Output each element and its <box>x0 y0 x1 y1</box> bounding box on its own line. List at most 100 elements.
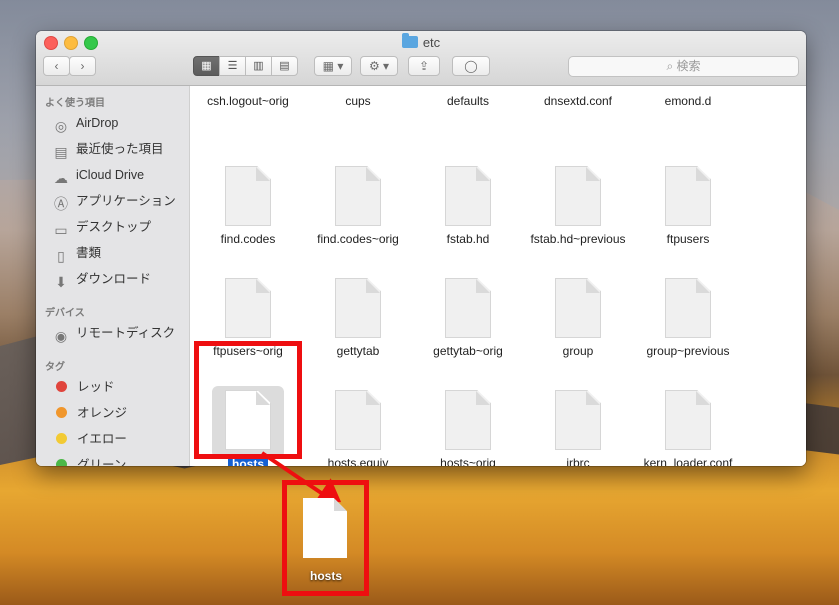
document-icon <box>445 166 491 226</box>
sidebar-item-recents[interactable]: ▤ 最近使った項目 <box>52 139 164 160</box>
document-icon <box>665 166 711 226</box>
document-icon <box>335 278 381 338</box>
titlebar: etc ‹ › ▦ ☰ ▥ ▤ ▦ ▾ ⚙ ▾ ⇪ ◯ ⌕ 検索 <box>36 31 806 86</box>
file-item[interactable]: fstab.hd~previous <box>523 166 633 246</box>
sidebar-item-label: デスクトップ <box>76 220 152 234</box>
file-name: dnsextd.conf <box>543 94 613 108</box>
file-name: defaults <box>446 94 490 108</box>
file-name: find.codes <box>220 232 276 246</box>
desktop-icon: ▭ <box>54 222 68 238</box>
sidebar-item-downloads[interactable]: ⬇ ダウンロード <box>52 269 152 290</box>
file-item[interactable]: find.codes <box>193 166 303 246</box>
finder-window: etc ‹ › ▦ ☰ ▥ ▤ ▦ ▾ ⚙ ▾ ⇪ ◯ ⌕ 検索 よく使う項目 … <box>36 31 806 466</box>
file-name: emond.d <box>664 94 712 108</box>
file-item[interactable]: find.codes~orig <box>303 166 413 246</box>
search-placeholder: 検索 <box>676 59 701 73</box>
document-icon <box>665 390 711 450</box>
column-view-button[interactable]: ▥ <box>245 56 272 76</box>
desktop-document-icon[interactable] <box>303 498 347 558</box>
sidebar-item-tag-orange[interactable]: オレンジ <box>52 403 127 423</box>
folder-icon <box>401 33 418 48</box>
sidebar-item-desktop[interactable]: ▭ デスクトップ <box>52 217 152 238</box>
file-name: fstab.hd <box>446 232 490 246</box>
file-name: cups <box>345 94 371 108</box>
sidebar-item-label: オレンジ <box>77 406 128 420</box>
document-icon <box>225 278 271 338</box>
sidebar-item-remote-disc[interactable]: ◉ リモートディスク <box>52 323 176 344</box>
file-name: hosts.equiv <box>327 456 389 466</box>
file-name: find.codes~orig <box>317 232 399 246</box>
document-icon <box>335 390 381 450</box>
view-mode-segmented: ▦ ☰ ▥ ▤ <box>193 56 298 76</box>
icon-view-button[interactable]: ▦ <box>193 56 220 76</box>
file-item[interactable]: gettytab <box>303 278 413 358</box>
search-input[interactable]: ⌕ 検索 <box>568 56 799 77</box>
file-name: irbrc <box>566 456 590 466</box>
recents-icon: ▤ <box>54 144 68 160</box>
gallery-view-button[interactable]: ▤ <box>271 56 298 76</box>
file-item[interactable]: fstab.hd <box>413 166 523 246</box>
file-name: group <box>562 344 594 358</box>
forward-button[interactable]: › <box>69 56 96 76</box>
sidebar-item-label: レッド <box>77 380 115 394</box>
document-icon <box>555 278 601 338</box>
sidebar-header-devices: デバイス <box>45 308 85 319</box>
window-title-text: etc <box>422 35 441 50</box>
sidebar: よく使う項目 ◎ AirDrop ▤ 最近使った項目 ☁ iCloud Drive Ⓐ… <box>36 86 190 466</box>
document-icon <box>665 278 711 338</box>
sidebar-item-label: リモートディスク <box>76 326 176 340</box>
document-icon <box>555 390 601 450</box>
action-gear-button[interactable]: ⚙ ▾ <box>360 56 398 76</box>
sidebar-item-label: ダウンロード <box>76 272 152 286</box>
sidebar-item-label: iCloud Drive <box>76 168 145 182</box>
downloads-icon: ⬇ <box>55 274 67 290</box>
file-item[interactable]: cups <box>303 94 413 108</box>
share-button[interactable]: ⇪ <box>408 56 440 76</box>
sidebar-header-tags: タグ <box>45 362 65 373</box>
document-icon <box>445 390 491 450</box>
file-item[interactable]: kern_loader.conf <box>633 390 743 466</box>
file-name: gettytab~orig <box>433 344 503 358</box>
tag-dot-icon <box>56 433 67 444</box>
file-item[interactable]: csh.logout~orig <box>193 94 303 108</box>
document-icon <box>555 166 601 226</box>
window-title: etc <box>36 33 806 50</box>
file-item[interactable]: dnsextd.conf <box>523 94 633 108</box>
sidebar-item-label: AirDrop <box>76 116 119 130</box>
sidebar-item-tag-yellow[interactable]: イエロー <box>52 429 127 449</box>
tag-button[interactable]: ◯ <box>452 56 490 76</box>
back-button[interactable]: ‹ <box>43 56 70 76</box>
sidebar-item-label: アプリケーション <box>76 194 176 208</box>
list-view-button[interactable]: ☰ <box>219 56 246 76</box>
file-item[interactable]: group~previous <box>633 278 743 358</box>
arrange-button[interactable]: ▦ ▾ <box>314 56 352 76</box>
file-item[interactable]: irbrc <box>523 390 633 466</box>
file-item[interactable]: hosts~orig <box>413 390 523 466</box>
file-item[interactable]: ftpusers <box>633 166 743 246</box>
file-item[interactable]: group <box>523 278 633 358</box>
file-item[interactable]: defaults <box>413 94 523 108</box>
sidebar-item-airdrop[interactable]: ◎ AirDrop <box>52 113 119 134</box>
sidebar-item-label: グリーン <box>77 458 127 466</box>
documents-icon: ▯ <box>57 248 65 264</box>
sidebar-item-tag-red[interactable]: レッド <box>52 377 115 397</box>
sidebar-item-label: 書類 <box>76 246 102 260</box>
file-name: hosts~orig <box>440 456 496 466</box>
sidebar-header-favorites: よく使う項目 <box>45 98 105 109</box>
sidebar-item-applications[interactable]: Ⓐ アプリケーション <box>52 191 176 212</box>
file-item[interactable]: emond.d <box>633 94 743 108</box>
file-name: fstab.hd~previous <box>530 232 626 246</box>
sidebar-item-tag-green[interactable]: グリーン <box>52 455 126 466</box>
file-item[interactable]: gettytab~orig <box>413 278 523 358</box>
file-item[interactable]: hosts.equiv <box>303 390 413 466</box>
file-name: ftpusers <box>666 232 710 246</box>
document-icon <box>225 166 271 226</box>
sidebar-item-documents[interactable]: ▯ 書類 <box>52 243 102 264</box>
file-name: kern_loader.conf <box>643 456 733 466</box>
highlight-box-source <box>194 341 302 459</box>
tag-dot-icon <box>56 381 67 392</box>
document-icon <box>445 278 491 338</box>
document-icon <box>335 166 381 226</box>
sidebar-item-icloud[interactable]: ☁ iCloud Drive <box>52 165 145 186</box>
sidebar-item-label: 最近使った項目 <box>76 142 164 156</box>
